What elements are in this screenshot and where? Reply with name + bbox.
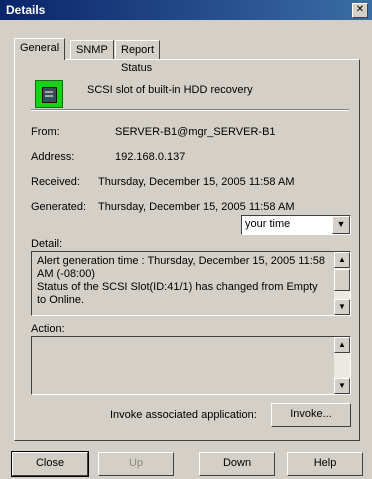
- tab-report-status[interactable]: Report Status: [115, 40, 161, 74]
- action-scrollbar[interactable]: ▲ ▼: [334, 337, 350, 394]
- up-button[interactable]: Up: [98, 452, 174, 476]
- generated-value: Thursday, December 15, 2005 11:58 AM: [98, 201, 295, 213]
- alert-headline: SCSI slot of built-in HDD recovery: [87, 84, 253, 96]
- from-row: From: SERVER-B1@mgr_SERVER-B1: [31, 126, 276, 138]
- scroll-down-icon[interactable]: ▼: [334, 299, 350, 315]
- tab-snmp[interactable]: SNMP: [70, 40, 114, 59]
- scroll-thumb[interactable]: [334, 269, 350, 291]
- invoke-button-label: Invoke...: [290, 408, 332, 420]
- received-value: Thursday, December 15, 2005 11:58 AM: [98, 176, 295, 188]
- received-row: Received: Thursday, December 15, 2005 11…: [31, 176, 294, 188]
- action-textbox[interactable]: ▲ ▼: [31, 336, 351, 395]
- address-row: Address: 192.168.0.137: [31, 151, 185, 163]
- tab-label: SNMP: [76, 44, 108, 56]
- detail-text: Alert generation time : Thursday, Decemb…: [37, 255, 325, 306]
- address-label: Address:: [31, 151, 75, 163]
- chevron-down-icon[interactable]: ▼: [332, 216, 350, 234]
- close-button[interactable]: Close: [11, 451, 89, 477]
- detail-textbox[interactable]: Alert generation time : Thursday, Decemb…: [31, 251, 351, 316]
- time-zone-value: your time: [245, 218, 291, 230]
- general-panel: SCSI slot of built-in HDD recovery From:…: [14, 59, 360, 441]
- scroll-up-icon[interactable]: ▲: [334, 252, 350, 268]
- close-button-label: Close: [35, 457, 65, 469]
- generated-row: Generated: Thursday, December 15, 2005 1…: [31, 201, 294, 213]
- tab-general[interactable]: General: [14, 38, 66, 60]
- from-label: From:: [31, 126, 60, 138]
- received-label: Received:: [31, 176, 80, 188]
- up-button-label: Up: [128, 457, 144, 469]
- from-value: SERVER-B1@mgr_SERVER-B1: [115, 126, 276, 138]
- generated-label: Generated:: [31, 201, 87, 213]
- tab-label: General: [20, 42, 60, 54]
- window-title: Details: [6, 3, 46, 17]
- time-zone-select[interactable]: your time ▼: [241, 215, 351, 235]
- help-button[interactable]: Help: [287, 452, 363, 476]
- help-button-label: Help: [313, 457, 337, 469]
- invoke-label: Invoke associated application:: [110, 409, 257, 421]
- detail-scrollbar[interactable]: ▲ ▼: [334, 252, 350, 315]
- down-button[interactable]: Down: [199, 452, 275, 476]
- detail-label: Detail:: [31, 238, 63, 250]
- close-icon[interactable]: ✕: [352, 3, 368, 18]
- divider: [31, 109, 349, 111]
- scroll-up-icon[interactable]: ▲: [334, 337, 350, 353]
- invoke-button[interactable]: Invoke...: [271, 403, 351, 427]
- hdd-icon: [35, 80, 63, 108]
- scroll-down-icon[interactable]: ▼: [334, 378, 350, 394]
- down-button-label: Down: [222, 457, 252, 469]
- address-value: 192.168.0.137: [115, 151, 186, 163]
- title-bar: Details ✕: [0, 0, 372, 20]
- action-label: Action:: [31, 323, 65, 335]
